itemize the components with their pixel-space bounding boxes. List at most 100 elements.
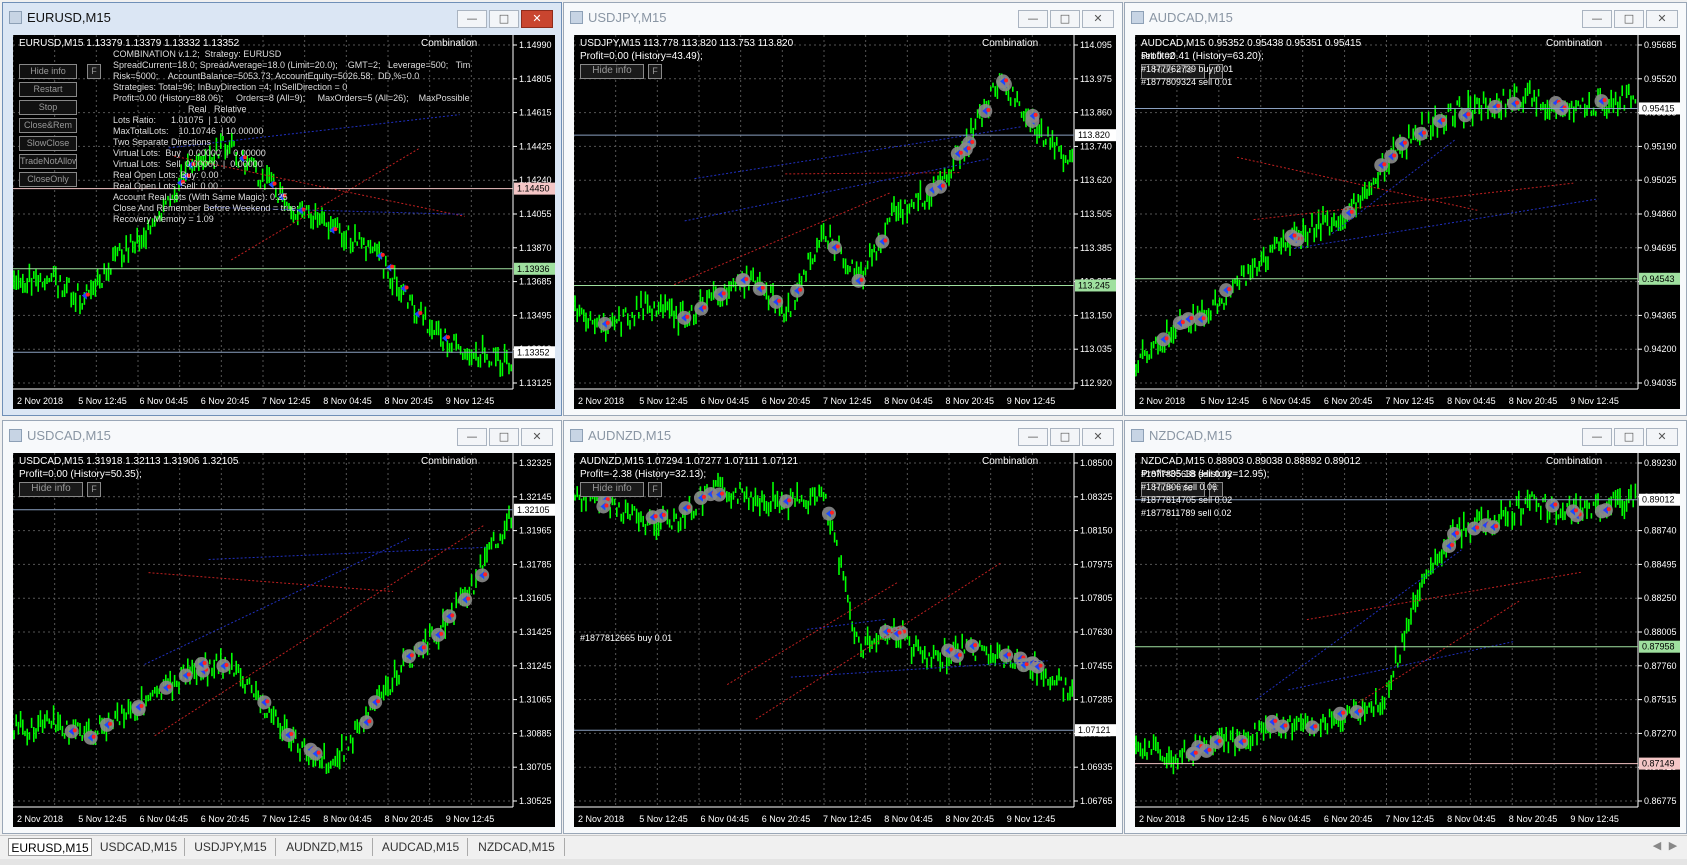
price-tick-label: 1.14615 xyxy=(519,108,552,118)
panel-button-3[interactable]: Close&Rem xyxy=(19,118,77,133)
tab-audnzd[interactable]: AUDNZD,M15 xyxy=(277,838,373,856)
hide-info-button[interactable]: Hide info xyxy=(19,482,83,497)
minimize-icon[interactable]: — xyxy=(1582,10,1612,28)
window-title: USDCAD,M15 xyxy=(27,428,111,443)
tab-nzdcad[interactable]: NZDCAD,M15 xyxy=(469,838,565,856)
minimize-icon[interactable]: — xyxy=(457,10,487,28)
buy-dot-icon xyxy=(483,572,488,577)
hide-info-button[interactable]: Hide info xyxy=(580,482,644,497)
time-tick-label: 5 Nov 12:45 xyxy=(639,396,688,406)
f-button[interactable]: F xyxy=(87,64,101,79)
price-tick-label: 0.87760 xyxy=(1644,661,1677,671)
tab-usdcad[interactable]: USDCAD,M15 xyxy=(93,838,185,856)
info-line: Risk=5000; AccountBalance=5053.73; Accou… xyxy=(113,71,420,81)
maximize-icon[interactable]: □ xyxy=(1614,428,1644,446)
minimize-icon[interactable]: — xyxy=(457,428,487,446)
info-line: Virtual Lots: Buy 0.00000 | 0.00000 xyxy=(113,148,266,158)
panel-button-2[interactable]: Stop xyxy=(19,100,77,115)
buy-dot-icon xyxy=(966,146,971,151)
buy-dot-icon xyxy=(91,734,96,739)
minimize-icon[interactable]: — xyxy=(1018,10,1048,28)
chart-window-nzdcad[interactable]: NZDCAD,M15 — □ ✕ 0.892300.889850.887400.… xyxy=(1124,420,1687,834)
price-chart[interactable]: 1.14990 1.14805 1.14615 1.14425 1.14240 1.140… xyxy=(13,35,555,409)
buy-dot-icon xyxy=(418,310,423,315)
f-button[interactable]: F xyxy=(648,482,662,497)
chart-window-audcad[interactable]: AUDCAD,M15 — □ ✕ 0.956850.955200.953550.… xyxy=(1124,2,1687,416)
symbol-header: AUDCAD,M15 0.95352 0.95438 0.95351 0.954… xyxy=(1141,38,1362,49)
panel-button-5[interactable]: TradeNotAllow xyxy=(19,154,77,169)
panel-button-4[interactable]: SlowClose xyxy=(19,136,77,151)
price-tick-label: 0.95025 xyxy=(1644,175,1677,185)
price-chart[interactable]: 114.095 113.975 113.860 113.740 113.620 113.5… xyxy=(574,35,1116,409)
close-icon[interactable]: ✕ xyxy=(1646,428,1678,446)
f-button[interactable]: F xyxy=(87,482,101,497)
buy-dot-icon xyxy=(404,285,409,290)
minimize-icon[interactable]: — xyxy=(1018,428,1048,446)
buy-dot-icon xyxy=(445,335,450,340)
f-button[interactable]: F xyxy=(648,64,662,79)
buy-dot-icon xyxy=(316,750,321,755)
price-chart[interactable]: 1.08500 1.08325 1.08150 1.07975 1.07805 1.076… xyxy=(574,453,1116,827)
buy-dot-icon xyxy=(1466,112,1471,117)
chart-window-icon xyxy=(9,429,22,442)
chart-window-usdcad[interactable]: USDCAD,M15 — □ ✕ 1.32325 1.32145 1.31965 1.… xyxy=(2,420,562,834)
close-icon[interactable]: ✕ xyxy=(521,10,553,28)
price-chart[interactable]: 0.956850.955200.953550.951900.950250.948… xyxy=(1135,35,1680,409)
panel-button-1[interactable]: Restart xyxy=(19,82,77,97)
tab-audcad[interactable]: AUDCAD,M15 xyxy=(374,838,468,856)
buy-dot-icon xyxy=(390,264,395,269)
buy-dot-icon xyxy=(108,721,113,726)
panel-button-6[interactable]: CloseOnly xyxy=(19,172,77,187)
time-tick-label: 7 Nov 12:45 xyxy=(262,814,311,824)
tab-scroll-right-icon[interactable]: ▶ xyxy=(1666,838,1680,854)
chart-canvas: 1.32325 1.32145 1.31965 1.31785 1.31605 1.314… xyxy=(13,453,555,824)
window-titlebar[interactable]: EURUSD,M15 — □ ✕ xyxy=(3,3,561,33)
time-tick-label: 5 Nov 12:45 xyxy=(639,814,688,824)
maximize-icon[interactable]: □ xyxy=(489,428,519,446)
maximize-icon[interactable]: □ xyxy=(1614,10,1644,28)
price-tick-label: 0.88495 xyxy=(1644,559,1677,569)
panel-button-0[interactable]: Hide info xyxy=(19,64,77,79)
chart-window-usdjpy[interactable]: USDJPY,M15 — □ ✕ 114.095 113.975 113.860 11… xyxy=(563,2,1123,416)
close-icon[interactable]: ✕ xyxy=(1082,10,1114,28)
chart-window-icon xyxy=(9,11,22,24)
price-tick-label: 0.89230 xyxy=(1644,458,1677,468)
price-chart[interactable]: 1.32325 1.32145 1.31965 1.31785 1.31605 1.314… xyxy=(13,453,555,827)
price-tick-label: 113.620 xyxy=(1080,175,1112,185)
time-tick-label: 9 Nov 12:45 xyxy=(446,396,495,406)
expert-label: Combination xyxy=(421,38,478,49)
price-tick-label: 1.07805 xyxy=(1080,593,1113,603)
window-titlebar[interactable]: NZDCAD,M15 — □ ✕ xyxy=(1125,421,1686,451)
chart-window-audnzd[interactable]: AUDNZD,M15 — □ ✕ 1.08500 1.08325 1.08150 1.… xyxy=(563,420,1123,834)
maximize-icon[interactable]: □ xyxy=(1050,428,1080,446)
price-tick-label: 0.94035 xyxy=(1644,378,1677,388)
tab-scroll-left-icon[interactable]: ◀ xyxy=(1650,838,1664,854)
tab-usdjpy[interactable]: USDJPY,M15 xyxy=(186,838,276,856)
info-line: Close And Remember Before Weekend = true… xyxy=(113,203,299,213)
window-titlebar[interactable]: USDJPY,M15 — □ ✕ xyxy=(564,3,1122,33)
buy-dot-icon xyxy=(1349,209,1354,214)
maximize-icon[interactable]: □ xyxy=(489,10,519,28)
price-tick-label: 0.88740 xyxy=(1644,526,1677,536)
window-titlebar[interactable]: USDCAD,M15 — □ ✕ xyxy=(3,421,561,451)
expert-label: Combination xyxy=(1546,456,1603,467)
maximize-icon[interactable]: □ xyxy=(1050,10,1080,28)
chart-window-eurusd[interactable]: EURUSD,M15 — □ ✕ 1.14990 1.14805 1.14615 1.… xyxy=(2,2,562,416)
close-icon[interactable]: ✕ xyxy=(1646,10,1678,28)
buy-dot-icon xyxy=(777,298,782,303)
window-titlebar[interactable]: AUDCAD,M15 — □ ✕ xyxy=(1125,3,1686,33)
close-icon[interactable]: ✕ xyxy=(1082,428,1114,446)
hide-info-button[interactable]: Hide info xyxy=(580,64,644,79)
tab-eurusd[interactable]: EURUSD,M15 xyxy=(8,838,92,856)
trade-link-line xyxy=(1306,571,1582,621)
buy-dot-icon xyxy=(1164,336,1169,341)
price-tick-label: 114.095 xyxy=(1080,40,1112,50)
price-chart[interactable]: 0.892300.889850.887400.884950.882500.880… xyxy=(1135,453,1680,827)
time-tick-label: 2 Nov 2018 xyxy=(578,396,624,406)
minimize-icon[interactable]: — xyxy=(1582,428,1612,446)
time-tick-label: 6 Nov 20:45 xyxy=(1324,396,1373,406)
window-titlebar[interactable]: AUDNZD,M15 — □ ✕ xyxy=(564,421,1122,451)
close-icon[interactable]: ✕ xyxy=(521,428,553,446)
price-tick-label: 0.94695 xyxy=(1644,243,1677,253)
time-tick-label: 8 Nov 20:45 xyxy=(1509,396,1558,406)
